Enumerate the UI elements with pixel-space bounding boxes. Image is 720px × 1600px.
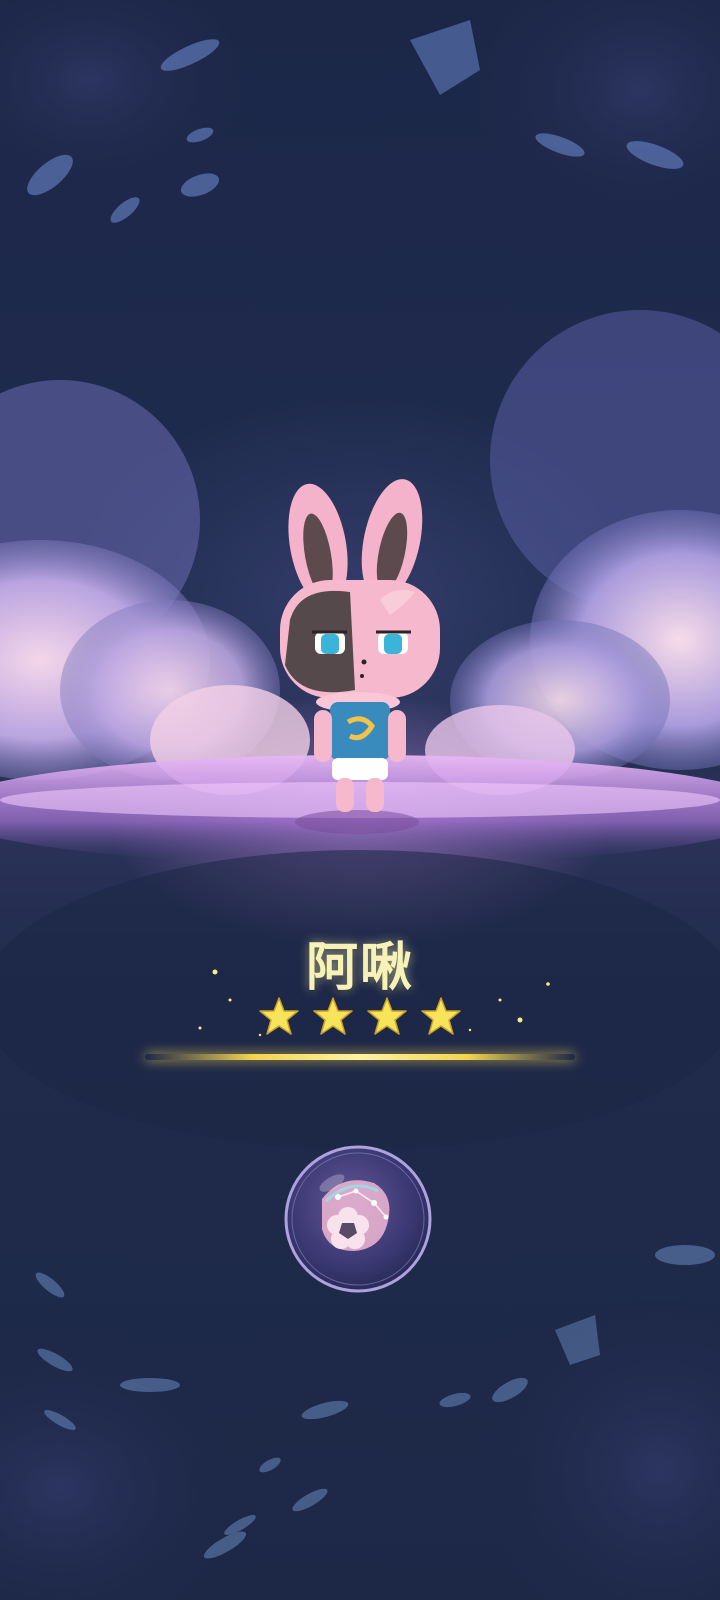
pink-bunny-character [280,479,440,834]
constellation-bubble-button[interactable] [282,1143,434,1295]
character-reveal-scene: 阿啾 [0,0,720,1600]
star-icon [313,997,353,1035]
star-icon [421,997,461,1035]
constellation-bubble-icon [284,1145,432,1293]
gold-divider [145,1054,575,1060]
rarity-stars [0,995,720,1041]
star-icon [367,997,407,1035]
character-name: 阿啾 [305,938,414,998]
star-icon [259,997,299,1035]
